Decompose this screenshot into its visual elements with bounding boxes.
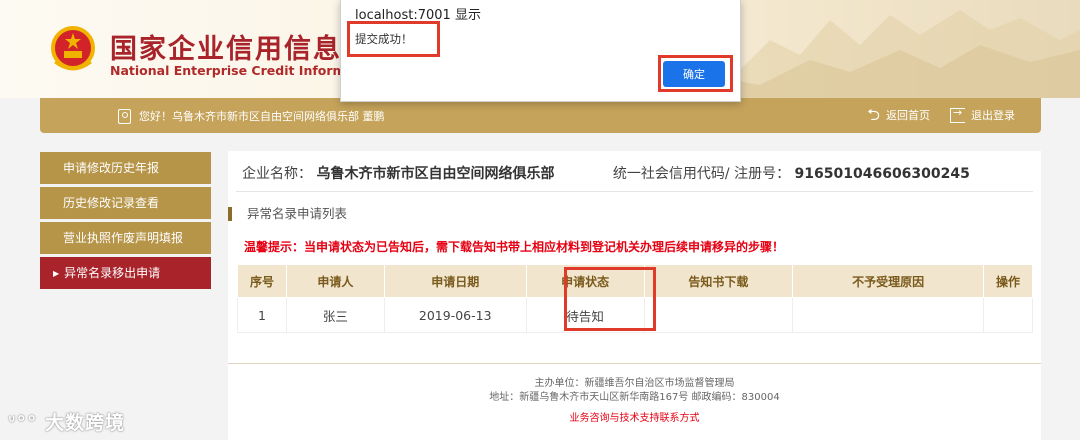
col-header-action: 操作 bbox=[983, 264, 1033, 298]
logout-link[interactable]: 退出登录 bbox=[950, 106, 1015, 123]
cell-index: 1 bbox=[237, 297, 287, 333]
credit-code-label: 统一社会信用代码/ 注册号： bbox=[612, 166, 791, 182]
ok-highlight-box bbox=[658, 55, 733, 92]
watermark-logo-icon: ᐡ°° bbox=[8, 412, 38, 434]
status-highlight-box bbox=[564, 267, 656, 331]
enterprise-info: 企业名称： 乌鲁木齐市新市区自由空间网络俱乐部 统一社会信用代码/ 注册号： 9… bbox=[242, 163, 970, 183]
ent-name-value: 乌鲁木齐市新市区自由空间网络俱乐部 bbox=[316, 166, 555, 182]
logout-icon bbox=[950, 106, 965, 123]
section-title: 异常名录申请列表 bbox=[228, 207, 347, 221]
footer: 主办单位：新疆维吾尔自治区市场监督管理局 地址：新疆乌鲁木齐市天山区新华南路16… bbox=[228, 377, 1041, 426]
sidebar-item-license-void[interactable]: 营业执照作废声明填报 bbox=[40, 222, 211, 254]
col-header-index: 序号 bbox=[237, 264, 287, 298]
home-link-label: 返回首页 bbox=[886, 109, 930, 122]
user-greeting-text: 您好！乌鲁木齐市新市区自由空间网络俱乐部 董鹏 bbox=[139, 110, 385, 123]
ent-name-label: 企业名称： bbox=[242, 166, 312, 182]
logout-link-label: 退出登录 bbox=[971, 109, 1015, 122]
user-bar: 您好！乌鲁木齐市新市区自由空间网络俱乐部 董鹏 ⮌ 返回首页 退出登录 bbox=[40, 98, 1041, 133]
cell-reject-reason bbox=[792, 297, 985, 333]
col-header-applicant: 申请人 bbox=[285, 264, 385, 298]
site-title-cn: 国家企业信用信息 bbox=[110, 34, 342, 65]
cell-applicant: 张三 bbox=[285, 297, 385, 333]
watermark-text: 大数跨境 bbox=[45, 412, 126, 434]
credit-code-value: 916501046606300245 bbox=[794, 166, 970, 182]
sidebar-item-modify-annual-report[interactable]: 申请修改历史年报 bbox=[40, 152, 211, 184]
cell-notice-download[interactable] bbox=[643, 297, 794, 333]
page: 国家企业信用信息 National Enterprise Credit Info… bbox=[0, 0, 1080, 440]
footer-address: 地址：新疆乌鲁木齐市天山区新华南路167号 邮政编码：830004 bbox=[489, 392, 780, 403]
sidebar-item-abnormal-removal[interactable]: 异常名录移出申请 bbox=[40, 257, 211, 289]
user-greeting: 您好！乌鲁木齐市新市区自由空间网络俱乐部 董鹏 bbox=[118, 108, 385, 124]
national-emblem-icon bbox=[51, 26, 95, 71]
divider bbox=[236, 191, 1033, 192]
message-highlight-box bbox=[347, 21, 440, 57]
footer-sponsor: 主办单位：新疆维吾尔自治区市场监督管理局 bbox=[534, 378, 735, 389]
col-header-notice-download: 告知书下载 bbox=[643, 264, 794, 298]
user-icon bbox=[118, 108, 131, 124]
footer-contact-link[interactable]: 业务咨询与技术支持联系方式 bbox=[228, 412, 1041, 426]
home-link[interactable]: ⮌ 返回首页 bbox=[867, 107, 930, 123]
watermark: ᐡ°° 大数跨境 bbox=[8, 408, 125, 435]
col-header-reject-reason: 不予受理原因 bbox=[792, 264, 985, 298]
site-title-en: National Enterprise Credit Informatio bbox=[110, 63, 373, 78]
footer-divider bbox=[228, 363, 1041, 364]
return-icon: ⮌ bbox=[867, 105, 880, 124]
cell-action[interactable] bbox=[983, 297, 1033, 333]
cell-date: 2019-06-13 bbox=[383, 297, 527, 333]
sidebar-item-modify-history[interactable]: 历史修改记录查看 bbox=[40, 187, 211, 219]
col-header-date: 申请日期 bbox=[383, 264, 527, 298]
sidebar: 申请修改历史年报 历史修改记录查看 营业执照作废声明填报 异常名录移出申请 bbox=[40, 152, 211, 292]
warm-tip: 温馨提示：当申请状态为已告知后，需下载告知书带上相应材料到登记机关办理后续申请移… bbox=[244, 240, 785, 254]
